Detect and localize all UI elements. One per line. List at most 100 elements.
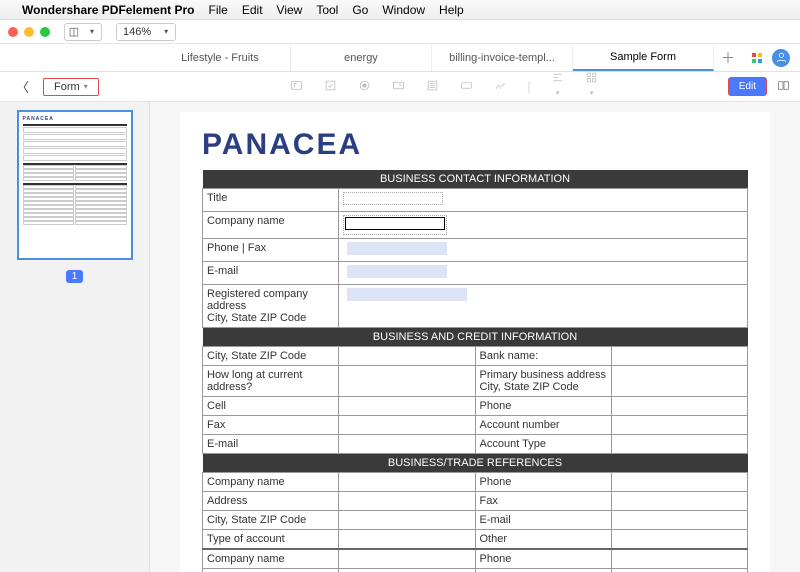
zoom-window-button[interactable]: [40, 27, 50, 37]
add-tab-button[interactable]: ＋: [714, 44, 742, 71]
field-label: Other: [475, 530, 611, 550]
menu-help[interactable]: Help: [439, 3, 464, 17]
menu-file[interactable]: File: [209, 3, 228, 17]
form-field-title[interactable]: [339, 189, 748, 212]
form-dropdown-label: Form: [54, 81, 80, 93]
page-thumbnail-1[interactable]: PANACEA: [17, 110, 133, 260]
tab-lifestyle[interactable]: Lifestyle - Fruits: [150, 44, 291, 71]
radio-tool-icon[interactable]: [357, 79, 371, 95]
menu-window[interactable]: Window: [382, 3, 425, 17]
field-label: City, State ZIP Code: [203, 347, 339, 366]
form-field[interactable]: [611, 416, 747, 435]
text-field-tool-icon[interactable]: [289, 79, 303, 95]
document-viewport[interactable]: PANACEA BUSINESS CONTACT INFORMATION Tit…: [150, 102, 800, 572]
form-dropdown[interactable]: Form ▾: [43, 78, 99, 96]
form-field[interactable]: [339, 366, 475, 397]
field-label: Account Type: [475, 435, 611, 454]
menu-view[interactable]: View: [277, 3, 303, 17]
app-name[interactable]: Wondershare PDFelement Pro: [22, 3, 195, 17]
mac-menubar: Wondershare PDFelement Pro File Edit Vie…: [0, 0, 800, 20]
form-field[interactable]: [611, 435, 747, 454]
form-field[interactable]: [611, 569, 747, 572]
align-tool-icon[interactable]: ▾: [551, 71, 565, 102]
more-tools-icon[interactable]: ▾: [585, 71, 599, 102]
form-field[interactable]: [339, 473, 475, 492]
form-field[interactable]: [611, 366, 747, 397]
form-table: BUSINESS CONTACT INFORMATION Title Compa…: [202, 170, 748, 572]
field-label: Type of account: [203, 530, 339, 550]
field-label: E-mail: [203, 262, 339, 285]
form-field[interactable]: [339, 569, 475, 572]
form-field[interactable]: [339, 397, 475, 416]
workspace: PANACEA 1: [0, 102, 800, 572]
field-label: E-mail: [203, 435, 339, 454]
combobox-tool-icon[interactable]: [391, 79, 405, 95]
field-label: Phone: [475, 549, 611, 569]
field-label: Fax: [475, 569, 611, 572]
field-label: Phone: [475, 473, 611, 492]
form-field[interactable]: [339, 492, 475, 511]
section-header-contact: BUSINESS CONTACT INFORMATION: [203, 170, 748, 189]
page-panel-toggle-icon[interactable]: [777, 79, 790, 95]
sidebar-toggle-icon[interactable]: ◫: [65, 25, 83, 38]
signature-tool-icon[interactable]: [493, 79, 507, 95]
back-button[interactable]: 〈: [10, 75, 35, 98]
form-field[interactable]: [339, 549, 475, 569]
zoom-value: 146%: [117, 26, 157, 38]
menu-go[interactable]: Go: [352, 3, 368, 17]
toolbar: 〈 Form ▾ | ▾ ▾ Edit: [0, 72, 800, 102]
tab-energy[interactable]: energy: [291, 44, 432, 71]
thumbnail-panel: PANACEA 1: [0, 102, 150, 572]
form-field-address[interactable]: [339, 285, 748, 328]
form-tools: | ▾ ▾: [160, 71, 728, 102]
document-heading: PANACEA: [202, 128, 748, 162]
form-field[interactable]: [611, 347, 747, 366]
form-field[interactable]: [339, 530, 475, 550]
tab-billing[interactable]: billing-invoice-templ...: [432, 44, 573, 71]
listbox-tool-icon[interactable]: [425, 79, 439, 95]
field-label: How long at current address?: [203, 366, 339, 397]
menu-edit[interactable]: Edit: [242, 3, 263, 17]
menu-tool[interactable]: Tool: [316, 3, 338, 17]
tab-sample-form[interactable]: Sample Form: [573, 44, 714, 71]
app-grid-icon[interactable]: [752, 53, 762, 63]
form-field[interactable]: [611, 397, 747, 416]
tab-label: energy: [344, 52, 378, 64]
field-label: City, State ZIP Code: [203, 511, 339, 530]
tab-label: Lifestyle - Fruits: [181, 52, 259, 64]
form-field[interactable]: [611, 473, 747, 492]
field-label: E-mail: [475, 511, 611, 530]
tab-label: billing-invoice-templ...: [449, 52, 555, 64]
zoom-control[interactable]: ◫ ▾: [64, 23, 102, 41]
checkbox-tool-icon[interactable]: [323, 79, 337, 95]
field-label: Company name: [203, 549, 339, 569]
field-label: Registered company addressCity, State ZI…: [203, 285, 339, 328]
minimize-window-button[interactable]: [24, 27, 34, 37]
field-label: Company name: [203, 473, 339, 492]
tab-label: Sample Form: [610, 51, 676, 63]
chevron-down-icon[interactable]: ▾: [83, 27, 101, 36]
field-label: Title: [203, 189, 339, 212]
document-tabs: Lifestyle - Fruits energy billing-invoic…: [0, 44, 800, 72]
user-avatar-icon[interactable]: [772, 49, 790, 67]
form-field[interactable]: [611, 530, 747, 550]
button-tool-icon[interactable]: [459, 79, 473, 95]
field-label: Bank name:: [475, 347, 611, 366]
form-field-phone-fax[interactable]: [339, 239, 748, 262]
edit-button[interactable]: Edit: [728, 77, 767, 96]
field-label: Cell: [203, 397, 339, 416]
close-window-button[interactable]: [8, 27, 18, 37]
form-field-company-name[interactable]: [339, 212, 748, 239]
form-field[interactable]: [611, 511, 747, 530]
form-field[interactable]: [611, 549, 747, 569]
form-field-email[interactable]: [339, 262, 748, 285]
zoom-level[interactable]: 146% ▾: [116, 23, 176, 41]
form-field[interactable]: [339, 511, 475, 530]
form-field[interactable]: [611, 492, 747, 511]
chevron-down-icon[interactable]: ▾: [157, 27, 175, 36]
window-titlebar: ◫ ▾ 146% ▾: [0, 20, 800, 44]
field-label: Fax: [475, 492, 611, 511]
form-field[interactable]: [339, 347, 475, 366]
form-field[interactable]: [339, 416, 475, 435]
form-field[interactable]: [339, 435, 475, 454]
